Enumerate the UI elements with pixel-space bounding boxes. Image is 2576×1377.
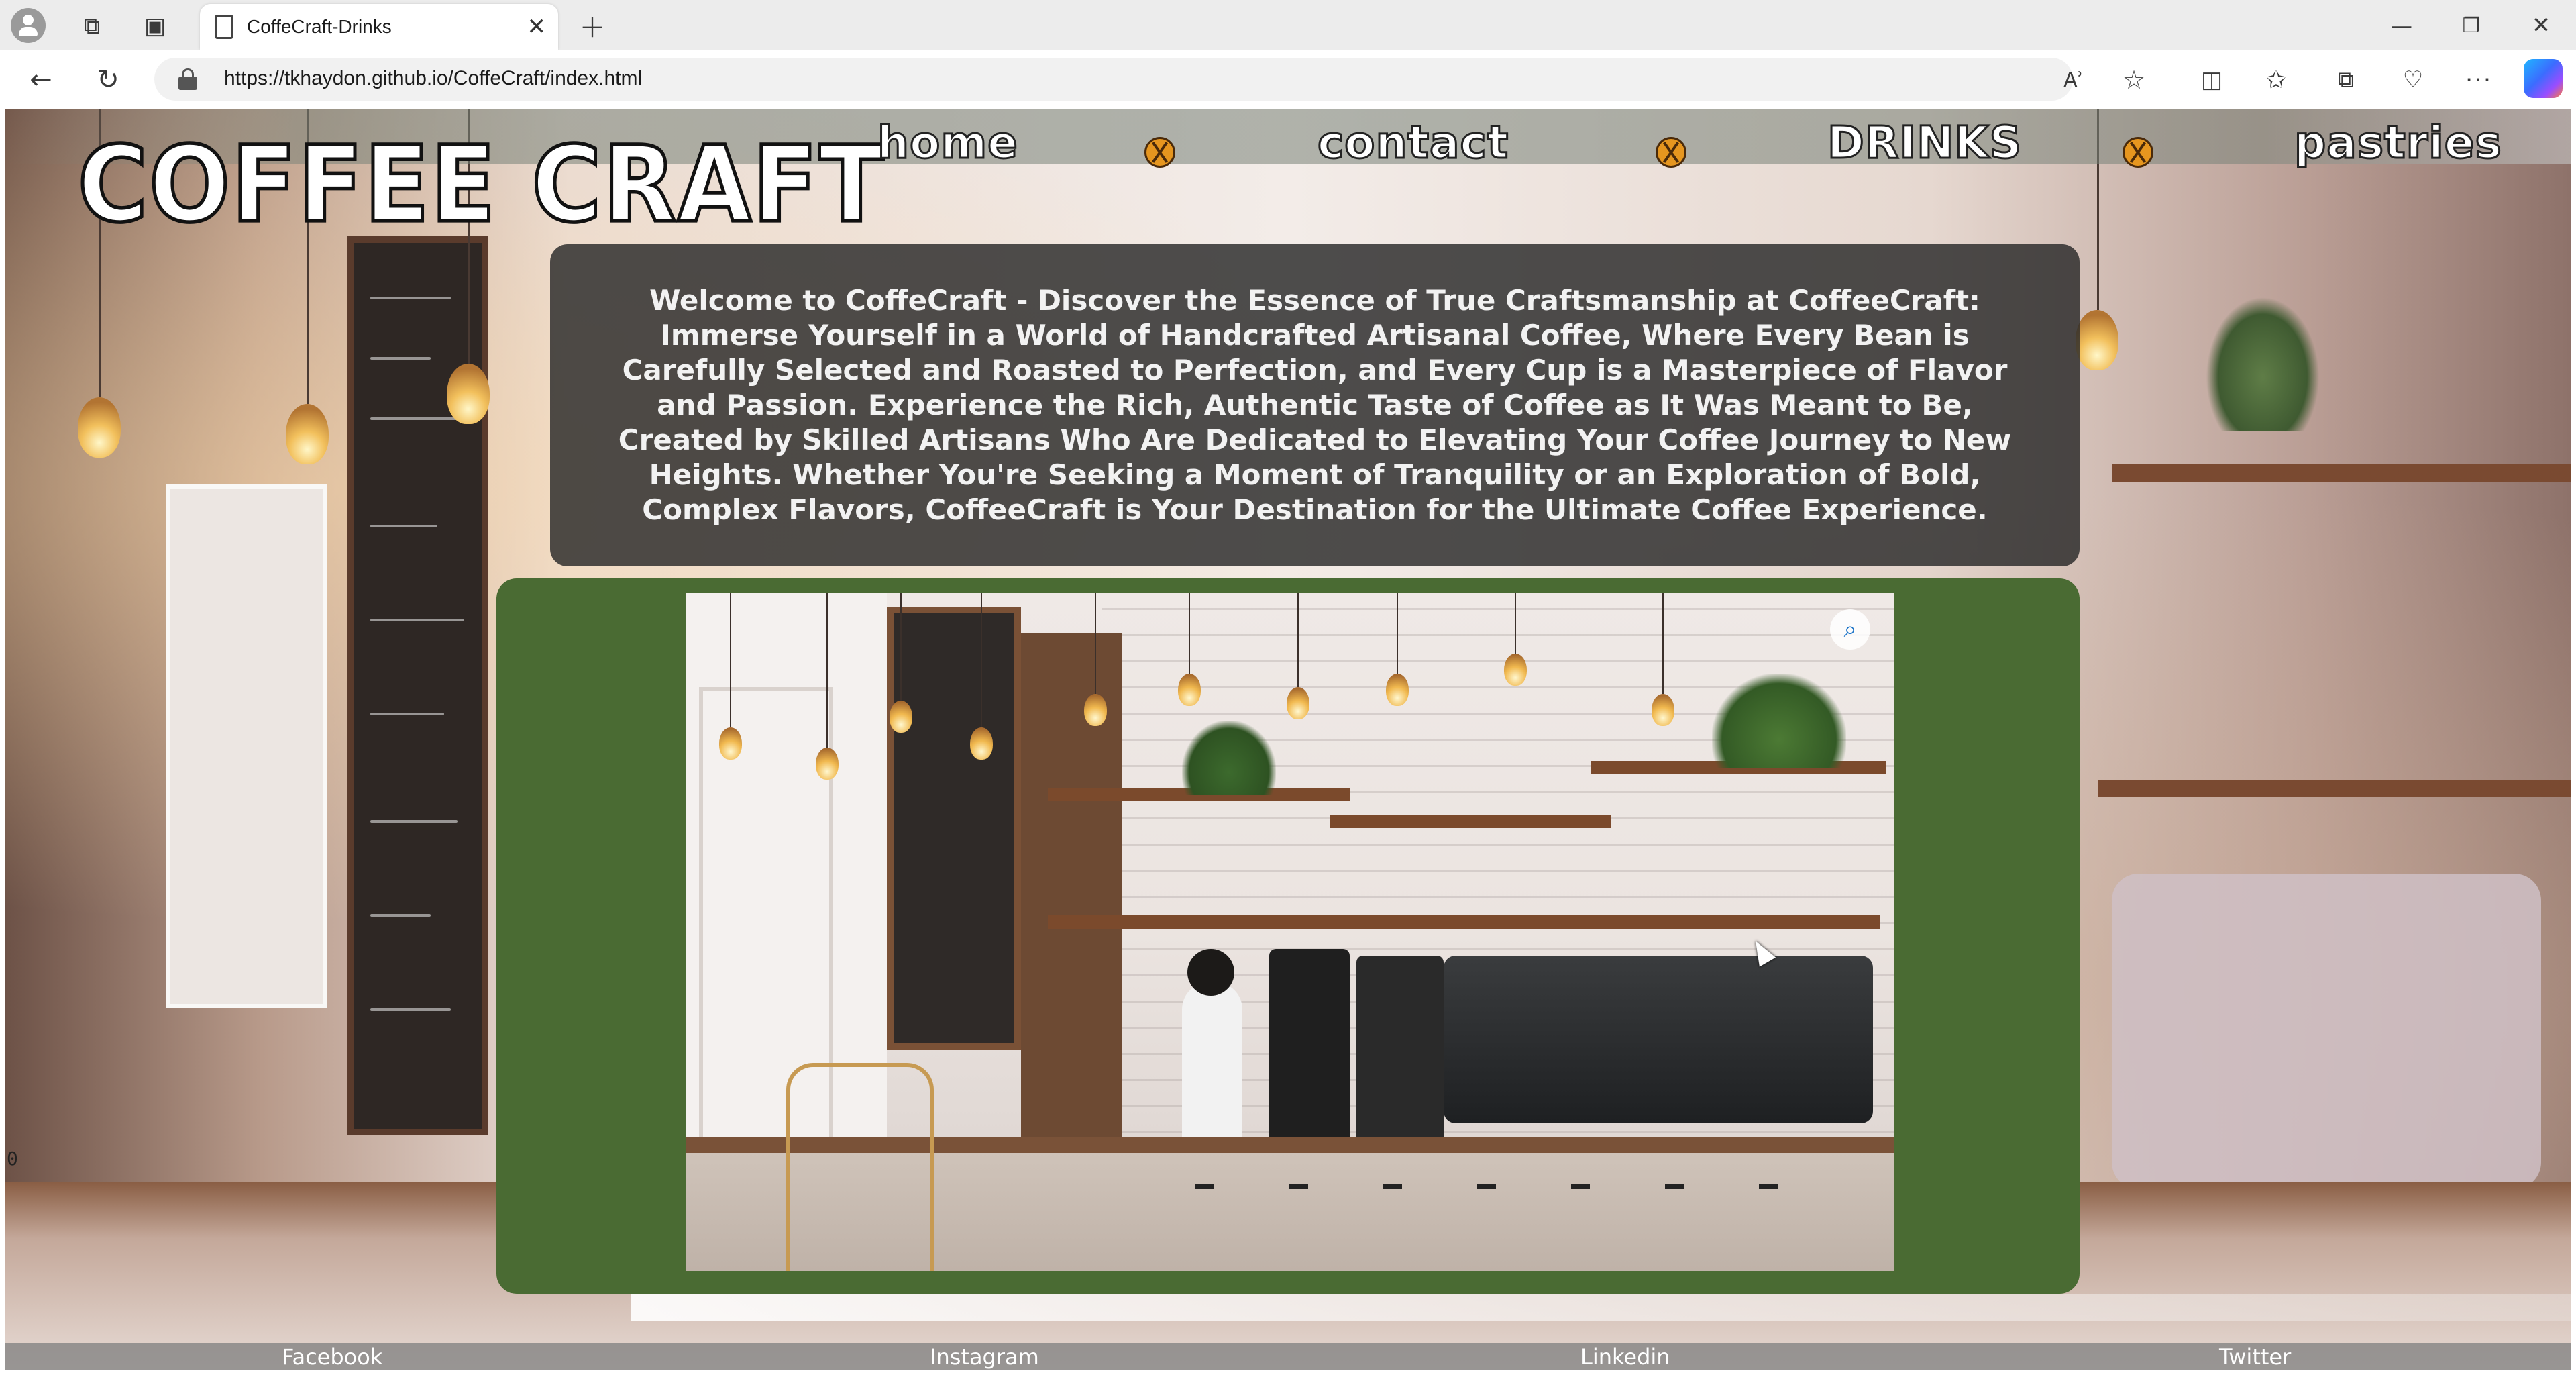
lamp-bulb bbox=[447, 364, 490, 424]
photo-lamp-bulb bbox=[1386, 674, 1409, 706]
photo-barista-head bbox=[1187, 949, 1234, 996]
lamp-bulb bbox=[78, 397, 121, 458]
restore-icon[interactable]: ❐ bbox=[2450, 7, 2493, 44]
footer-instagram-link[interactable]: Instagram bbox=[930, 1343, 1039, 1370]
url-text[interactable]: https://tkhaydon.github.io/CoffeCraft/in… bbox=[224, 67, 642, 90]
collections-icon[interactable]: ⧉ bbox=[2328, 62, 2364, 98]
photo-lamp-cord bbox=[826, 593, 828, 748]
photo-grinder bbox=[1269, 949, 1350, 1157]
nav-contact-link[interactable]: Contact bbox=[1316, 119, 1509, 166]
drawer-knob bbox=[1477, 1184, 1496, 1189]
page-icon bbox=[215, 15, 233, 39]
stray-text: 0 bbox=[7, 1148, 18, 1170]
photo-lamp-cord bbox=[1189, 593, 1190, 674]
photo-lamp-cord bbox=[900, 593, 902, 701]
coffee-bean-icon bbox=[2123, 137, 2153, 168]
photo-chalkboard bbox=[887, 607, 1021, 1050]
read-aloud-icon[interactable]: Aʾ bbox=[2055, 62, 2092, 98]
browser-chrome: ⧉ ▣ CoffeCraft-Drinks ✕ + — ❐ ✕ ← ↻ http… bbox=[0, 0, 2576, 109]
photo-lamp-cord bbox=[1095, 593, 1096, 694]
photo-cabinet bbox=[1021, 633, 1122, 1184]
photo-plant bbox=[1712, 674, 1846, 768]
drawer-knob bbox=[1383, 1184, 1402, 1189]
star-icon[interactable]: ☆ bbox=[2116, 62, 2152, 98]
close-window-icon[interactable]: ✕ bbox=[2520, 7, 2563, 44]
coffee-bean-icon bbox=[1656, 137, 1686, 168]
favorites-icon[interactable]: ✩ bbox=[2258, 62, 2294, 98]
profile-icon[interactable] bbox=[11, 8, 46, 43]
lamp-bulb bbox=[286, 404, 329, 464]
photo-lamp-bulb bbox=[890, 701, 912, 733]
photo-lamp-bulb bbox=[970, 727, 993, 760]
photo-chair bbox=[786, 1063, 934, 1271]
new-tab-button[interactable]: + bbox=[574, 8, 610, 44]
workspaces-icon[interactable]: ⧉ bbox=[75, 9, 109, 43]
welcome-text: Welcome to CoffeCraft - Discover the Ess… bbox=[618, 284, 2012, 526]
browser-toolbar: ← ↻ https://tkhaydon.github.io/CoffeCraf… bbox=[0, 50, 2576, 109]
photo-lamp-cord bbox=[730, 593, 731, 727]
minimize-icon[interactable]: — bbox=[2380, 7, 2423, 44]
site-logo[interactable]: COFFEE CRAFT bbox=[76, 131, 886, 240]
tab-title: CoffeCraft-Drinks bbox=[247, 16, 392, 37]
lamp-bulb bbox=[2076, 310, 2118, 370]
split-screen-icon[interactable]: ◫ bbox=[2194, 62, 2230, 98]
photo-barista bbox=[1182, 982, 1242, 1143]
photo-lamp-cord bbox=[1662, 593, 1664, 694]
heart-pulse-icon[interactable]: ♡ bbox=[2395, 62, 2431, 98]
reload-icon[interactable]: ↻ bbox=[90, 62, 126, 98]
photo-shelf bbox=[1330, 815, 1611, 828]
footer-linkedin-link[interactable]: Linkedin bbox=[1580, 1343, 1670, 1370]
drawer-knob bbox=[1289, 1184, 1308, 1189]
photo-lamp-cord bbox=[1397, 593, 1398, 674]
photo-lamp-bulb bbox=[816, 748, 839, 780]
more-icon[interactable]: ··· bbox=[2461, 62, 2497, 98]
photo-lamp-bulb bbox=[1084, 694, 1107, 726]
photo-plant bbox=[1182, 721, 1276, 795]
drawer-knob bbox=[1665, 1184, 1684, 1189]
background-shelf bbox=[2112, 464, 2571, 482]
cafe-photo: ⌕ bbox=[686, 593, 1894, 1271]
photo-lamp-bulb bbox=[1504, 654, 1527, 686]
photo-lamp-bulb bbox=[1652, 694, 1674, 726]
page-viewport: COFFEE CRAFT Home Contact DRINKS Pastrie… bbox=[5, 109, 2571, 1370]
photo-grinder bbox=[1356, 956, 1444, 1157]
browser-tab-active[interactable]: CoffeCraft-Drinks ✕ bbox=[200, 4, 558, 50]
drawer-knob bbox=[1571, 1184, 1590, 1189]
tab-close-icon[interactable]: ✕ bbox=[527, 13, 547, 40]
photo-lamp-bulb bbox=[719, 727, 742, 760]
photo-lamp-bulb bbox=[1178, 674, 1201, 706]
coffee-bean-icon bbox=[1144, 137, 1175, 168]
photo-lamp-cord bbox=[1515, 593, 1516, 654]
visual-search-icon[interactable]: ⌕ bbox=[1830, 609, 1870, 650]
photo-shelf bbox=[1048, 915, 1880, 929]
photo-lamp-cord bbox=[1297, 593, 1299, 687]
welcome-panel: Welcome to CoffeCraft - Discover the Ess… bbox=[550, 244, 2080, 566]
site-footer: Facebook Instagram Linkedin Twitter bbox=[5, 1343, 2571, 1370]
nav-pastries-link[interactable]: Pastries bbox=[2294, 119, 2503, 166]
photo-lamp-cord bbox=[981, 593, 982, 727]
copilot-icon[interactable] bbox=[2524, 59, 2563, 98]
background-espresso-machine bbox=[2112, 874, 2541, 1189]
footer-twitter-link[interactable]: Twitter bbox=[2219, 1343, 2291, 1370]
lock-icon[interactable] bbox=[178, 68, 197, 90]
tab-actions-icon[interactable]: ▣ bbox=[138, 9, 172, 43]
nav-drinks-link[interactable]: DRINKS bbox=[1826, 119, 2022, 166]
drawer-knob bbox=[1759, 1184, 1778, 1189]
drawer-knob bbox=[1195, 1184, 1214, 1189]
nav-home-link[interactable]: Home bbox=[877, 119, 1019, 166]
footer-backdrop bbox=[631, 1294, 2571, 1321]
photo-lamp-bulb bbox=[1287, 687, 1309, 719]
background-plant bbox=[2206, 297, 2320, 431]
photo-espresso-machine bbox=[1444, 956, 1873, 1123]
address-bar[interactable]: https://tkhaydon.github.io/CoffeCraft/in… bbox=[154, 58, 2073, 101]
footer-facebook-link[interactable]: Facebook bbox=[282, 1343, 382, 1370]
background-door bbox=[166, 484, 327, 1008]
back-arrow-icon[interactable]: ← bbox=[23, 62, 59, 98]
background-shelf bbox=[2098, 780, 2571, 797]
tab-strip: ⧉ ▣ CoffeCraft-Drinks ✕ + — ❐ ✕ bbox=[0, 0, 2576, 50]
